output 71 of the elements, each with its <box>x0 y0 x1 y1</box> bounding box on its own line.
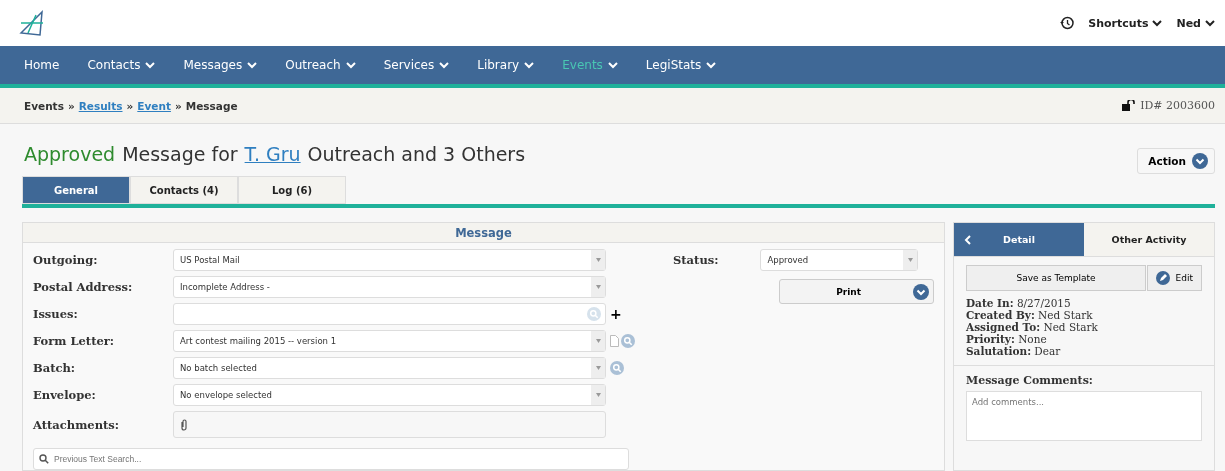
issues-field[interactable] <box>173 303 606 325</box>
field-label: Attachments: <box>33 417 121 432</box>
shortcuts-menu[interactable]: Shortcuts <box>1088 16 1163 30</box>
status-select[interactable]: Approved <box>760 249 919 271</box>
nav-item[interactable]: Services <box>371 58 466 72</box>
detail-line: Created By: Ned Stark <box>966 309 1094 321</box>
detail-line: Priority: None <box>966 333 1048 345</box>
search-icon <box>621 334 635 348</box>
select-field[interactable]: No batch selected <box>173 357 606 379</box>
pencil-icon <box>1155 271 1170 285</box>
nav-item[interactable]: LegiStats <box>633 58 733 72</box>
nav-item[interactable]: Outreach <box>273 58 372 72</box>
contact-link[interactable]: T. Gru <box>244 143 301 165</box>
field-label: Form Letter: <box>33 334 116 348</box>
search-icon <box>587 307 601 321</box>
field-label: Envelope: <box>33 388 97 402</box>
paperclip-icon <box>180 418 188 431</box>
nav-item[interactable]: Contacts <box>75 58 172 72</box>
action-button[interactable]: Action <box>1137 148 1215 174</box>
field-label: Batch: <box>33 361 77 375</box>
search-icon <box>610 361 624 375</box>
detail-line: Date In: 8/27/2015 <box>966 297 1072 309</box>
detail-line: Assigned To: Ned Stark <box>966 321 1099 333</box>
status-text: Approved <box>24 143 116 165</box>
panel-title: Message <box>23 223 944 243</box>
breadcrumb-separator: » <box>174 99 182 112</box>
title-text: Message for <box>122 143 238 165</box>
edit-button[interactable]: Edit <box>1146 265 1202 291</box>
add-icon[interactable]: + <box>610 306 622 322</box>
search-icon <box>39 454 49 464</box>
tab[interactable]: General <box>22 176 130 204</box>
breadcrumb-item: Events <box>24 99 64 112</box>
chevron-circle-icon <box>1192 153 1208 169</box>
breadcrumb-link[interactable]: Results <box>78 99 123 112</box>
field-label: Status: <box>673 253 719 267</box>
title-text: Outreach and 3 Others <box>307 143 526 165</box>
comments-label: Message Comments: <box>966 374 1094 387</box>
logo-icon <box>18 9 46 37</box>
nav-item[interactable]: Messages <box>171 58 274 72</box>
user-menu[interactable]: Ned <box>1176 16 1215 30</box>
chevron-down-icon <box>1205 19 1215 27</box>
chevron-circle-icon <box>913 283 929 300</box>
select-field[interactable]: US Postal Mail <box>173 249 606 271</box>
breadcrumb-item: Message <box>185 99 238 112</box>
field-label: Postal Address: <box>33 280 134 294</box>
chevron-down-icon <box>1152 19 1163 27</box>
nav-item[interactable]: Home <box>12 58 76 72</box>
field-label: Outgoing: <box>33 253 99 267</box>
history-icon[interactable] <box>1060 16 1075 30</box>
comments-field[interactable]: Add comments... <box>966 391 1202 441</box>
unlock-icon[interactable] <box>1122 100 1137 111</box>
side-tab[interactable]: Detail <box>954 223 1084 256</box>
document-icon[interactable] <box>610 335 619 347</box>
nav-item[interactable]: Library <box>465 58 551 72</box>
side-tab[interactable]: Other Activity <box>1084 223 1214 256</box>
select-field[interactable]: Incomplete Address - <box>173 276 606 298</box>
field-label: Issues: <box>33 307 79 321</box>
select-field[interactable]: Art contest mailing 2015 -- version 1 <box>173 330 606 352</box>
attachments-field[interactable] <box>173 411 606 438</box>
chevron-left-icon[interactable] <box>964 234 971 245</box>
breadcrumb-separator: » <box>67 99 75 112</box>
tab[interactable]: Log (6) <box>238 176 346 204</box>
breadcrumb-link[interactable]: Event <box>137 99 171 112</box>
save-template-button[interactable]: Save as Template <box>966 265 1146 291</box>
detail-line: Salutation: Dear <box>966 345 1062 357</box>
record-id: ID# 2003600 <box>1140 99 1215 112</box>
select-field[interactable]: No envelope selected <box>173 384 606 406</box>
search-field[interactable]: Previous Text Search... <box>33 448 629 470</box>
breadcrumb-separator: » <box>126 99 134 112</box>
print-button[interactable]: Print <box>779 279 934 304</box>
tab[interactable]: Contacts (4) <box>130 176 238 204</box>
